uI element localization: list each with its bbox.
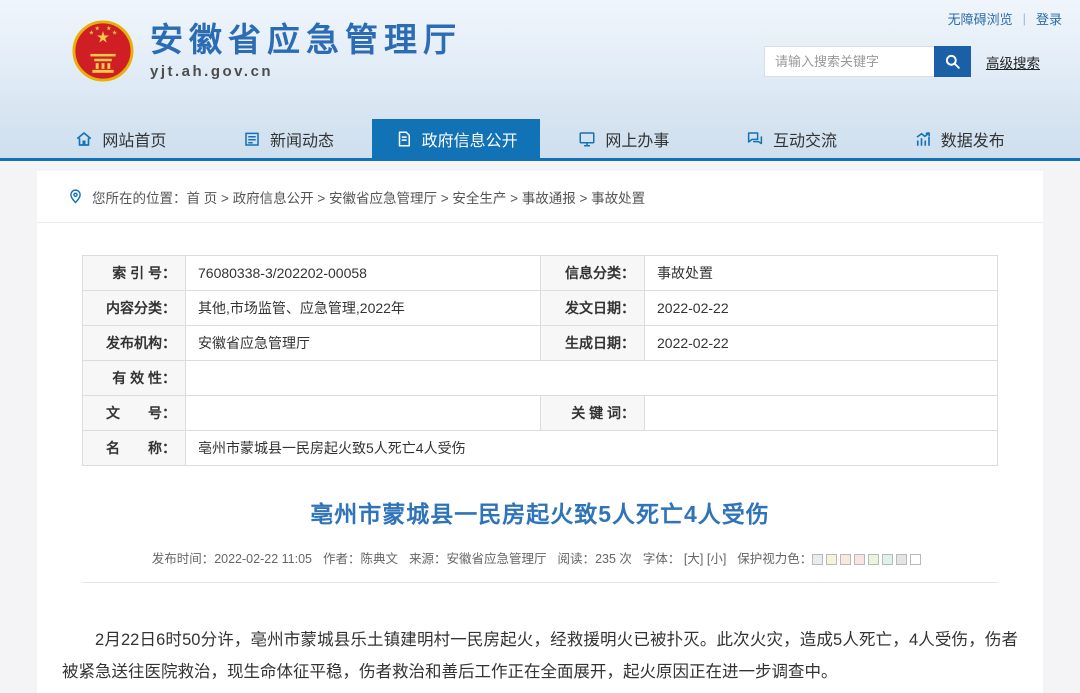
- eye-protect-color-swatch[interactable]: [826, 554, 837, 565]
- nav-item-services[interactable]: 网上办事: [540, 119, 708, 158]
- nav-item-home[interactable]: 网站首页: [37, 119, 205, 158]
- font-larger-button[interactable]: [大]: [684, 552, 703, 566]
- font-smaller-button[interactable]: [小]: [707, 552, 726, 566]
- chat-icon: [746, 130, 764, 148]
- nav-item-label: 网站首页: [102, 127, 166, 151]
- field-label: 发文日期：: [541, 291, 645, 326]
- site-url: yjt.ah.gov.cn: [150, 63, 462, 80]
- national-emblem-icon: [72, 20, 134, 82]
- field-label: 生成日期：: [541, 326, 645, 361]
- eye-protect-color-swatch[interactable]: [812, 554, 823, 565]
- source: 来源：安徽省应急管理厅: [409, 548, 547, 567]
- nav-item-data[interactable]: 数据发布: [875, 119, 1043, 158]
- nav-item-gov-info[interactable]: 政府信息公开: [372, 119, 540, 158]
- site-title: 安徽省应急管理厅: [150, 22, 462, 58]
- nav-item-label: 政府信息公开: [422, 127, 518, 151]
- table-row: 发布机构：安徽省应急管理厅生成日期：2022-02-22: [83, 326, 998, 361]
- monitor-icon: [578, 130, 596, 148]
- accessibility-link[interactable]: 无障碍浏览: [948, 9, 1013, 28]
- field-value: 76080338-3/202202-00058: [186, 256, 541, 291]
- article-meta: 发布时间：2022-02-22 11:05 作者：陈典文 来源：安徽省应急管理厅…: [37, 548, 1043, 567]
- content-container: 您所在的位置： 首 页 > 政府信息公开 > 安徽省应急管理厅 > 安全生产 >…: [37, 171, 1043, 693]
- table-row: 名 称：亳州市蒙城县一民房起火致5人死亡4人受伤: [83, 431, 998, 466]
- eye-protect-colors: 保护视力色：: [737, 548, 921, 567]
- table-row: 索 引 号：76080338-3/202202-00058信息分类：事故处置: [83, 256, 998, 291]
- eye-protect-color-swatch[interactable]: [840, 554, 851, 565]
- breadcrumb-trail[interactable]: 首 页 > 政府信息公开 > 安徽省应急管理厅 > 安全生产 > 事故通报 > …: [187, 187, 646, 207]
- location-pin-icon: [67, 188, 84, 205]
- document-info-table: 索 引 号：76080338-3/202202-00058信息分类：事故处置内容…: [82, 255, 998, 466]
- field-value: [186, 396, 541, 431]
- field-label: 关 键 词：: [541, 396, 645, 431]
- home-icon: [75, 130, 93, 148]
- utility-divider: |: [1023, 11, 1026, 26]
- field-value: 2022-02-22: [645, 291, 998, 326]
- field-label: 信息分类：: [541, 256, 645, 291]
- document-icon: [395, 130, 413, 148]
- eye-protect-color-swatch[interactable]: [882, 554, 893, 565]
- main-nav: 网站首页 新闻动态 政府信息公开 网上办事 互动交流 数据发布: [0, 119, 1080, 161]
- breadcrumb: 您所在的位置： 首 页 > 政府信息公开 > 安徽省应急管理厅 > 安全生产 >…: [37, 171, 1043, 223]
- search-button[interactable]: [934, 46, 971, 77]
- field-label: 有 效 性：: [83, 361, 186, 396]
- search-input[interactable]: [764, 46, 934, 77]
- eye-protect-color-swatch[interactable]: [868, 554, 879, 565]
- author: 作者：陈典文: [323, 548, 398, 567]
- nav-item-label: 网上办事: [605, 127, 669, 151]
- field-label: 名 称：: [83, 431, 186, 466]
- breadcrumb-label: 您所在的位置：: [92, 187, 187, 207]
- publish-time: 发布时间：2022-02-22 11:05: [152, 548, 312, 567]
- login-link[interactable]: 登录: [1036, 9, 1062, 28]
- field-label: 索 引 号：: [83, 256, 186, 291]
- utility-bar: 无障碍浏览 | 登录: [948, 9, 1062, 28]
- advanced-search-link[interactable]: 高级搜索: [986, 52, 1040, 72]
- field-value: 安徽省应急管理厅: [186, 326, 541, 361]
- site-header: 无障碍浏览 | 登录 安徽省应急管理厅 yjt.ah.gov.cn: [0, 0, 1080, 119]
- article-body: 2月22日6时50分许，亳州市蒙城县乐土镇建明村一民房起火，经救援明火已被扑灭。…: [37, 583, 1043, 688]
- eye-protect-color-swatch[interactable]: [896, 554, 907, 565]
- table-row: 文 号： 关 键 词：: [83, 396, 998, 431]
- field-value: [645, 396, 998, 431]
- table-row: 内容分类：其他,市场监管、应急管理,2022年发文日期：2022-02-22: [83, 291, 998, 326]
- nav-item-label: 数据发布: [941, 127, 1005, 151]
- font-size-controls: 字体： [大] [小]: [643, 548, 726, 567]
- eye-protect-color-swatch[interactable]: [910, 554, 921, 565]
- eye-protect-color-swatch[interactable]: [854, 554, 865, 565]
- field-value: 其他,市场监管、应急管理,2022年: [186, 291, 541, 326]
- field-value: [186, 361, 998, 396]
- field-value: 2022-02-22: [645, 326, 998, 361]
- nav-item-label: 新闻动态: [270, 127, 334, 151]
- field-label: 发布机构：: [83, 326, 186, 361]
- search-icon: [943, 52, 962, 71]
- nav-item-label: 互动交流: [773, 127, 837, 151]
- field-label: 内容分类：: [83, 291, 186, 326]
- view-count: 阅读：235 次: [558, 548, 632, 567]
- article-title: 亳州市蒙城县一民房起火致5人死亡4人受伤: [37, 495, 1043, 529]
- table-row: 有 效 性：: [83, 361, 998, 396]
- chart-icon: [914, 130, 932, 148]
- nav-item-interaction[interactable]: 互动交流: [708, 119, 876, 158]
- field-value: 亳州市蒙城县一民房起火致5人死亡4人受伤: [186, 431, 998, 466]
- field-value: 事故处置: [645, 256, 998, 291]
- search-bar: 高级搜索: [764, 46, 1040, 77]
- news-icon: [243, 130, 261, 148]
- nav-item-news[interactable]: 新闻动态: [205, 119, 373, 158]
- field-label: 文 号：: [83, 396, 186, 431]
